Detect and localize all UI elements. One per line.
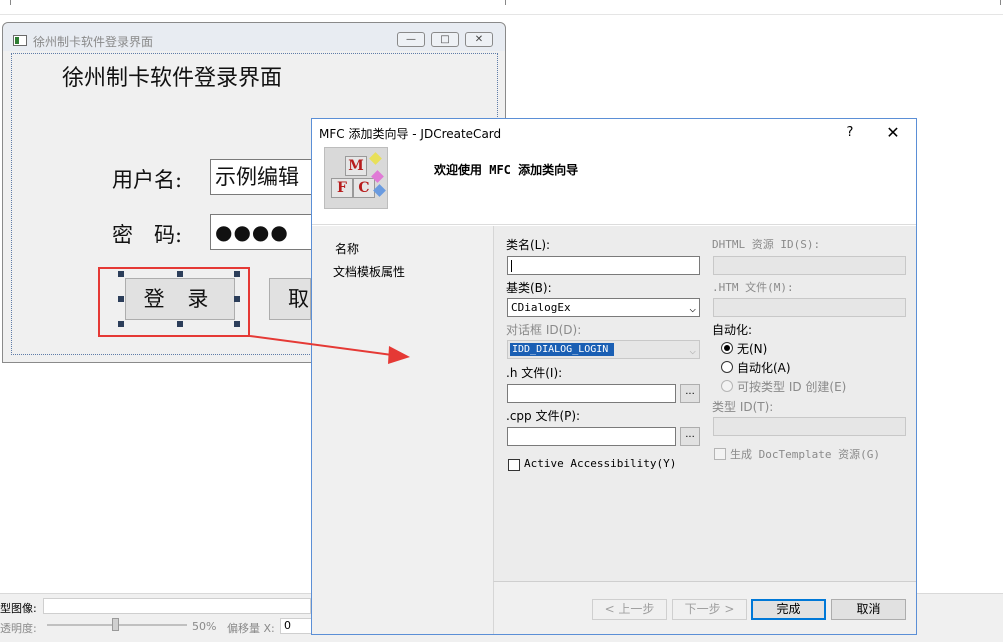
- dhtml-id-input[interactable]: [713, 256, 906, 275]
- wizard-header: M F C 欢迎使用 MFC 添加类向导: [312, 147, 916, 225]
- wizard-heading: 欢迎使用 MFC 添加类向导: [434, 163, 579, 177]
- logo-box-m: M: [345, 156, 367, 176]
- next-button[interactable]: 下一步 >: [672, 599, 747, 620]
- htm-file-input[interactable]: [713, 298, 906, 317]
- password-dots: ●●●●: [215, 220, 289, 244]
- password-label: 密 码:: [112, 223, 183, 247]
- base-class-value: CDialogEx: [511, 301, 571, 314]
- ruler-tick: [505, 0, 506, 5]
- opacity-label: 透明度:: [0, 622, 37, 635]
- top-ruler: [0, 0, 1003, 15]
- chevron-down-icon: ⌵: [689, 302, 696, 315]
- mfc-class-wizard[interactable]: MFC 添加类向导 - JDCreateCard ? ✕ M F C 欢迎使用 …: [311, 118, 917, 635]
- help-icon[interactable]: ?: [840, 122, 860, 144]
- h-file-browse-button[interactable]: ...: [680, 384, 700, 403]
- resize-handle[interactable]: [234, 296, 240, 302]
- dialog-id-value: IDD_DIALOG_LOGIN: [510, 343, 614, 356]
- automation-auto-radio[interactable]: [721, 361, 733, 373]
- h-file-input[interactable]: [507, 384, 676, 403]
- design-title-bar[interactable]: 徐州制卡软件登录界面 — □ ✕: [3, 23, 505, 51]
- doctemplate-checkbox[interactable]: [714, 448, 726, 460]
- wizard-title: MFC 添加类向导 - JDCreateCard: [319, 127, 502, 141]
- active-accessibility-checkbox[interactable]: [508, 459, 520, 471]
- nav-item-doc-template[interactable]: 文档模板属性: [333, 263, 405, 280]
- automation-none-label: 无(N): [737, 342, 768, 356]
- ruler-tick: [10, 0, 11, 5]
- type-id-label: 类型 ID(T):: [712, 400, 774, 414]
- login-heading: 徐州制卡软件登录界面: [62, 66, 283, 91]
- automation-createable-label: 可按类型 ID 创建(E): [737, 380, 847, 394]
- maximize-icon[interactable]: □: [431, 32, 459, 47]
- wizard-title-bar[interactable]: MFC 添加类向导 - JDCreateCard ? ✕: [312, 119, 916, 147]
- resize-handle[interactable]: [118, 271, 124, 277]
- dhtml-id-label: DHTML 资源 ID(S):: [712, 238, 821, 251]
- offset-x-input[interactable]: 0: [280, 618, 312, 634]
- wizard-main-panel: 类名(L): 基类(B): CDialogEx ⌵ 对话框 ID(D): IDD…: [493, 226, 916, 581]
- text-caret: [511, 260, 512, 272]
- username-label: 用户名:: [112, 168, 183, 192]
- password-input[interactable]: ●●●●: [210, 214, 320, 250]
- automation-auto-label: 自动化(A): [737, 361, 791, 375]
- opacity-slider-thumb[interactable]: [112, 618, 119, 631]
- prev-button[interactable]: < 上一步: [592, 599, 667, 620]
- app-icon: [13, 35, 27, 46]
- base-class-select[interactable]: CDialogEx ⌵: [507, 298, 700, 317]
- type-id-input[interactable]: [713, 417, 906, 436]
- resize-handle[interactable]: [118, 296, 124, 302]
- ruler-tick: [1000, 0, 1001, 5]
- doctemplate-label: 生成 DocTemplate 资源(G): [730, 448, 880, 461]
- wizard-nav: 名称 文档模板属性: [312, 226, 493, 634]
- design-window-title: 徐州制卡软件登录界面: [33, 35, 154, 49]
- offset-x-label: 偏移量 X:: [227, 622, 275, 635]
- logo-gem-blue: [373, 184, 386, 197]
- automation-label: 自动化:: [712, 323, 753, 337]
- active-accessibility-label: Active Accessibility(Y): [524, 457, 677, 470]
- resize-handle[interactable]: [234, 271, 240, 277]
- dialog-id-select[interactable]: IDD_DIALOG_LOGIN ⌵: [507, 340, 700, 359]
- cpp-file-input[interactable]: [507, 427, 676, 446]
- resize-handle[interactable]: [177, 321, 183, 327]
- dialog-id-label: 对话框 ID(D):: [506, 323, 582, 337]
- image-field[interactable]: [43, 598, 311, 614]
- nav-item-name[interactable]: 名称: [335, 240, 359, 257]
- h-file-label: .h 文件(I):: [506, 366, 563, 380]
- chevron-down-icon: ⌵: [689, 344, 696, 357]
- htm-file-label: .HTM 文件(M):: [712, 281, 794, 294]
- close-icon[interactable]: ✕: [880, 122, 906, 144]
- logo-box-f: F: [331, 178, 353, 198]
- opacity-percent: 50%: [192, 620, 217, 633]
- class-name-label: 类名(L):: [506, 238, 551, 252]
- image-label: 型图像:: [0, 602, 37, 615]
- finish-button[interactable]: 完成: [751, 599, 826, 620]
- base-class-label: 基类(B):: [506, 281, 552, 295]
- cancel-button[interactable]: 取消: [831, 599, 906, 620]
- mfc-logo-icon: M F C: [324, 147, 388, 209]
- automation-createable-radio[interactable]: [721, 380, 733, 392]
- cpp-file-browse-button[interactable]: ...: [680, 427, 700, 446]
- logo-gem-yellow: [369, 152, 382, 165]
- resize-handle[interactable]: [177, 271, 183, 277]
- logo-box-c: C: [353, 178, 375, 198]
- username-input[interactable]: 示例编辑: [210, 159, 320, 195]
- resize-handle[interactable]: [234, 321, 240, 327]
- cancel-button-design[interactable]: 取: [269, 278, 311, 320]
- resize-handle[interactable]: [118, 321, 124, 327]
- automation-none-radio[interactable]: [721, 342, 733, 354]
- minimize-icon[interactable]: —: [397, 32, 425, 47]
- close-icon[interactable]: ✕: [465, 32, 493, 47]
- class-name-input[interactable]: [507, 256, 700, 275]
- cpp-file-label: .cpp 文件(P):: [506, 409, 581, 423]
- wizard-footer: < 上一步 下一步 > 完成 取消: [493, 581, 916, 634]
